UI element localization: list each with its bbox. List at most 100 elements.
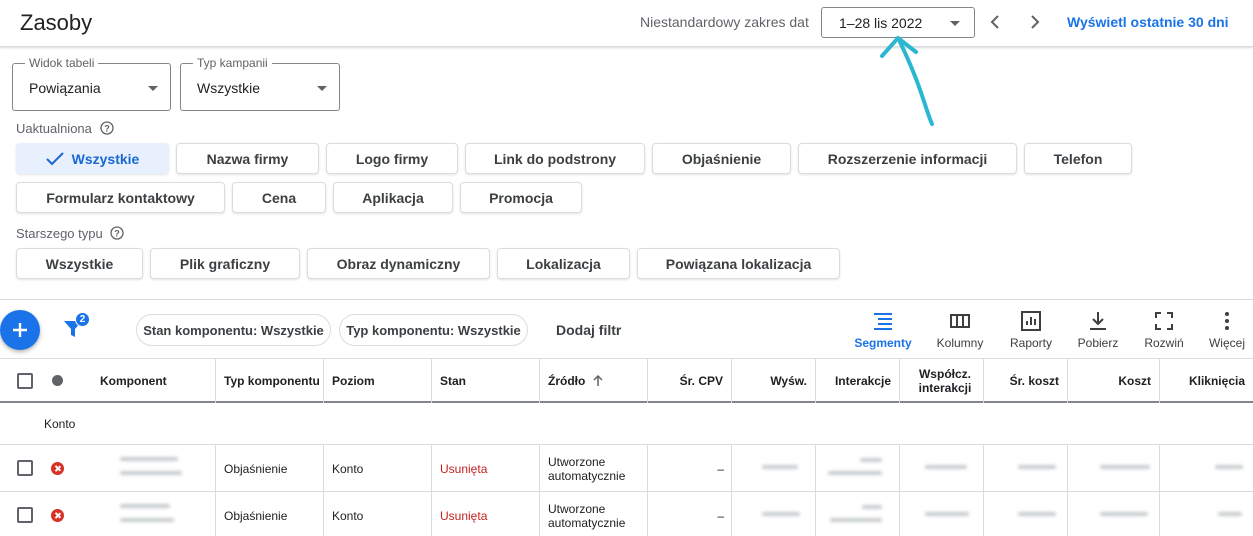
more-label: Więcej [1208,336,1245,350]
dropdown-caret-icon [950,21,960,26]
more-vert-icon [1225,312,1229,330]
chip-upgraded-all[interactable]: Wszystkie [16,143,169,174]
chip-legacy-all[interactable]: Wszystkie [16,248,143,279]
chip-affiliate-location[interactable]: Powiązana lokalizacja [637,248,840,279]
col-component[interactable]: Komponent [92,359,216,403]
select-all-checkbox[interactable] [17,373,33,389]
campaign-type-select[interactable]: Typ kampanii Wszystkie [180,56,340,111]
col-interaction-rate[interactable]: Współcz. interakcji [900,359,984,403]
row-checkbox[interactable] [17,460,33,476]
col-impressions[interactable]: Wyśw. [732,359,816,403]
redacted-value [1018,512,1056,516]
source-cell: Utworzone automatycznie [548,501,626,530]
segments-label: Segmenty [854,336,912,350]
filter-chip-component-status[interactable]: Stan komponentu: Wszystkie [136,314,331,346]
redacted-value [925,465,967,469]
level-cell: Konto [332,508,364,523]
plus-icon [13,323,27,337]
chip-location[interactable]: Lokalizacja [497,248,630,279]
expand-button[interactable]: Rozwiń [1140,310,1188,350]
group-row-account: Konto [0,404,1253,445]
more-button[interactable]: Więcej [1204,310,1250,350]
col-component-type[interactable]: Typ komponentu [216,359,324,403]
redacted-value [762,512,800,516]
redacted-value [830,518,882,522]
chevron-right-icon [1031,15,1040,29]
redacted-value [1100,512,1148,516]
help-icon[interactable]: ? [110,226,124,240]
campaign-type-value: Wszystkie [197,80,260,96]
chip-price[interactable]: Cena [232,182,326,213]
add-button[interactable] [0,310,40,350]
help-icon[interactable]: ? [99,121,114,135]
chip-promotion[interactable]: Promocja [460,182,582,213]
expand-label: Rozwiń [1144,336,1184,350]
campaign-type-label: Typ kampanii [193,56,272,70]
page-title: Zasoby [20,10,93,35]
row-checkbox[interactable] [17,507,33,523]
removed-status-icon [51,509,64,522]
download-label: Pobierz [1077,336,1119,350]
col-source[interactable]: Źródło [540,359,648,403]
segments-icon [874,313,892,330]
svg-text:?: ? [115,229,121,239]
level-cell: Konto [332,461,364,476]
avg-cpv-cell: – [717,461,724,476]
add-filter-button[interactable]: Dodaj filtr [556,322,621,338]
chip-business-logo[interactable]: Logo firmy [326,143,458,174]
previous-period-button[interactable] [983,10,1007,34]
dropdown-caret-icon [317,86,327,91]
segments-button[interactable]: Segmenty [852,310,914,350]
chip-sitelink[interactable]: Link do podstrony [465,143,645,174]
table-view-select[interactable]: Widok tabeli Powiązania [12,56,171,111]
status-cell: Usunięta [440,508,488,523]
status-cell: Usunięta [440,461,488,476]
col-avg-cost[interactable]: Śr. koszt [984,359,1068,403]
filter-chip-component-type[interactable]: Typ komponentu: Wszystkie [339,314,528,346]
chip-dynamic-image[interactable]: Obraz dynamiczny [307,248,490,279]
columns-button[interactable]: Kolumny [932,310,988,350]
redacted-value [862,505,882,509]
annotation-arrow-icon [880,36,934,126]
chip-phone[interactable]: Telefon [1024,143,1132,174]
col-avg-cpv[interactable]: Śr. CPV [648,359,732,403]
check-icon [45,151,64,165]
col-interactions[interactable]: Interakcje [816,359,900,403]
date-range-label: Niestandardowy zakres dat [640,14,809,30]
col-level[interactable]: Poziom [324,359,432,403]
redacted-value [1100,465,1150,469]
redacted-value [828,471,882,475]
last-30-days-link[interactable]: Wyświetl ostatnie 30 dni [1067,14,1229,30]
redacted-value [1218,512,1242,516]
chip-image[interactable]: Plik graficzny [150,248,300,279]
top-bar: Zasoby Niestandardowy zakres dat 1–28 li… [0,0,1253,47]
removed-status-icon [51,462,64,475]
col-cost[interactable]: Koszt [1068,359,1160,403]
redacted-value [1018,465,1056,469]
col-status[interactable]: Stan [432,359,540,403]
download-button[interactable]: Pobierz [1073,310,1123,350]
col-clicks[interactable]: Kliknięcia [1160,359,1253,403]
next-period-button[interactable] [1023,10,1047,34]
redacted-text [120,518,174,522]
chip-lead-form[interactable]: Formularz kontaktowy [16,182,225,213]
chip-callout[interactable]: Objaśnienie [652,143,791,174]
source-cell: Utworzone automatycznie [548,454,626,483]
chip-app[interactable]: Aplikacja [333,182,453,213]
reports-label: Raporty [1009,336,1053,350]
redacted-text [120,471,182,475]
chip-label: Wszystkie [71,150,140,167]
redacted-value [762,465,798,469]
chip-business-name[interactable]: Nazwa firmy [176,143,319,174]
reports-icon [1021,311,1041,331]
col-label: Komponent [100,374,167,388]
col-label: Współcz. interakcji [918,367,972,395]
redacted-text [120,457,178,461]
reports-button[interactable]: Raporty [1005,310,1057,350]
upgraded-label-text: Uaktualniona [16,121,92,136]
chip-structured-snippet[interactable]: Rozszerzenie informacji [798,143,1017,174]
chevron-left-icon [990,15,999,29]
redacted-value [925,512,969,516]
avg-cpv-cell: – [717,508,724,523]
component-type-cell: Objaśnienie [224,508,288,523]
